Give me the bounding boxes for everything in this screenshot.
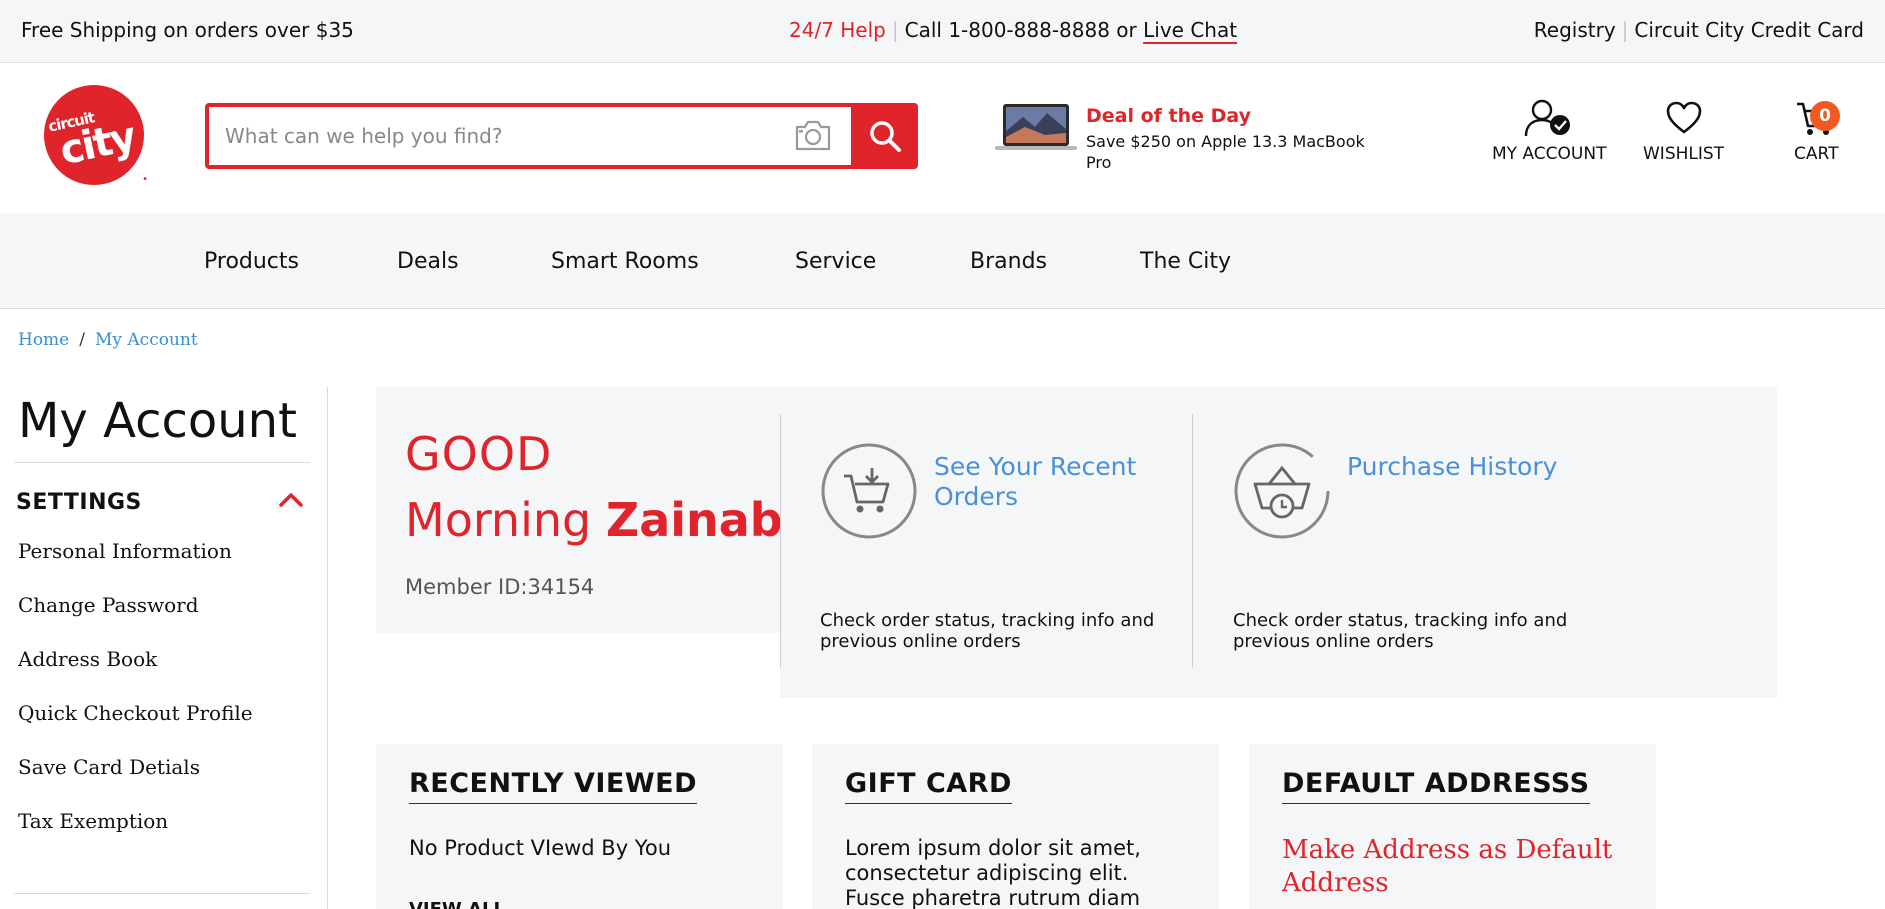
top-right-links: Registry | Circuit City Credit Card: [1534, 18, 1864, 42]
my-account-button[interactable]: MY ACCOUNT: [1492, 98, 1606, 164]
main-navigation: Products Deals Smart Rooms Service Brand…: [0, 213, 1885, 309]
sidebar-item-change-password[interactable]: Change Password: [18, 593, 199, 617]
divider: [14, 893, 310, 894]
recently-viewed-title: RECENTLY VIEWED: [409, 768, 697, 804]
greeting-morning: Morning: [405, 493, 592, 547]
breadcrumb: Home / My Account: [18, 330, 198, 350]
divider: [14, 462, 310, 463]
my-account-label: MY ACCOUNT: [1492, 144, 1607, 164]
greeting-line-1: GOOD: [405, 427, 553, 481]
wishlist-label: WISHLIST: [1643, 144, 1725, 164]
help-link[interactable]: 24/7 Help: [789, 18, 886, 42]
sidebar-item-personal-information[interactable]: Personal Information: [18, 539, 232, 563]
search-button[interactable]: [851, 103, 918, 169]
make-default-address-link[interactable]: Make Address as Default Address: [1282, 834, 1622, 900]
account-check-icon: [1525, 99, 1571, 137]
recent-orders-link[interactable]: See Your Recent Orders: [934, 452, 1154, 512]
recently-viewed-empty-text: No Product VIewd By You: [409, 836, 672, 860]
top-utility-bar: Free Shipping on orders over $35 24/7 He…: [0, 0, 1885, 63]
breadcrumb-current[interactable]: My Account: [95, 330, 198, 350]
purchase-history-description: Check order status, tracking info and pr…: [1233, 610, 1568, 652]
nav-item-brands[interactable]: Brands: [970, 249, 1047, 274]
macbook-image: [995, 104, 1077, 150]
call-text: Call 1-800-888-8888 or: [904, 18, 1137, 42]
help-line: 24/7 Help | Call 1-800-888-8888 or Live Ch…: [789, 18, 1237, 42]
chevron-up-icon[interactable]: [278, 489, 304, 509]
account-sidebar: My Account SETTINGS Personal Information…: [0, 387, 328, 909]
sidebar-title: My Account: [18, 393, 297, 449]
sidebar-item-tax-exemption[interactable]: Tax Exemption: [18, 809, 168, 833]
free-shipping-text: Free Shipping on orders over $35: [21, 18, 354, 42]
nav-item-products[interactable]: Products: [204, 249, 299, 274]
divider: |: [1621, 18, 1629, 42]
greeting-panel: GOOD Morning Zainab Member ID:34154: [376, 387, 783, 633]
user-name: Zainab: [605, 493, 783, 547]
settings-section-header[interactable]: SETTINGS: [16, 490, 142, 515]
gift-card-card: GIFT CARD Lorem ipsum dolor sit amet, co…: [812, 744, 1219, 909]
cart-label: CART: [1794, 144, 1839, 164]
recently-viewed-card: RECENTLY VIEWED No Product VIewd By You …: [376, 744, 783, 909]
site-header: circuit city • Deal of the Day Save $250…: [0, 63, 1885, 213]
view-all-link[interactable]: VIEW ALL: [409, 899, 505, 909]
sidebar-item-save-card-details[interactable]: Save Card Detials: [18, 755, 200, 779]
logo-registered-mark: •: [142, 174, 148, 185]
sidebar-item-address-book[interactable]: Address Book: [18, 647, 157, 671]
default-address-title: DEFAULT ADDRESSS: [1282, 768, 1590, 804]
member-id: Member ID:34154: [405, 575, 595, 599]
nav-item-deals[interactable]: Deals: [397, 249, 459, 274]
gift-card-title: GIFT CARD: [845, 768, 1012, 804]
divider: [780, 414, 781, 668]
divider: |: [891, 18, 899, 42]
search-input[interactable]: [225, 117, 785, 155]
deal-of-the-day[interactable]: Deal of the Day Save $250 on Apple 13.3 …: [995, 101, 1375, 172]
deal-title: Deal of the Day: [1086, 105, 1252, 127]
breadcrumb-home[interactable]: Home: [18, 330, 69, 350]
divider: [1192, 414, 1193, 668]
breadcrumb-separator: /: [79, 330, 85, 350]
nav-item-service[interactable]: Service: [795, 249, 876, 274]
recent-orders-description: Check order status, tracking info and pr…: [820, 610, 1155, 652]
cart-count-badge: 0: [1810, 101, 1840, 131]
default-address-card: DEFAULT ADDRESSS Make Address as Default…: [1249, 744, 1656, 909]
search-icon: [870, 121, 901, 152]
wishlist-button[interactable]: WISHLIST: [1643, 98, 1724, 164]
purchase-history-link[interactable]: Purchase History: [1347, 452, 1567, 482]
nav-item-the-city[interactable]: The City: [1140, 249, 1231, 274]
search-box: [205, 103, 918, 169]
credit-card-link[interactable]: Circuit City Credit Card: [1634, 18, 1864, 42]
deal-description: Save $250 on Apple 13.3 MacBook Pro: [1086, 132, 1365, 172]
circuit-city-logo[interactable]: circuit city •: [44, 85, 148, 185]
sidebar-item-quick-checkout-profile[interactable]: Quick Checkout Profile: [18, 701, 253, 725]
live-chat-link[interactable]: Live Chat: [1143, 18, 1237, 42]
orders-panel: See Your Recent Orders Check order statu…: [780, 387, 1777, 698]
cart-arrow-icon: [821, 443, 917, 539]
camera-icon[interactable]: [793, 118, 833, 152]
heart-icon: [1666, 101, 1701, 134]
nav-item-smart-rooms[interactable]: Smart Rooms: [551, 249, 699, 274]
greeting-line-2: Morning Zainab: [405, 493, 783, 547]
gift-card-text: Lorem ipsum dolor sit amet, consectetur …: [845, 836, 1141, 909]
registry-link[interactable]: Registry: [1534, 18, 1616, 42]
basket-clock-icon: [1234, 443, 1330, 539]
